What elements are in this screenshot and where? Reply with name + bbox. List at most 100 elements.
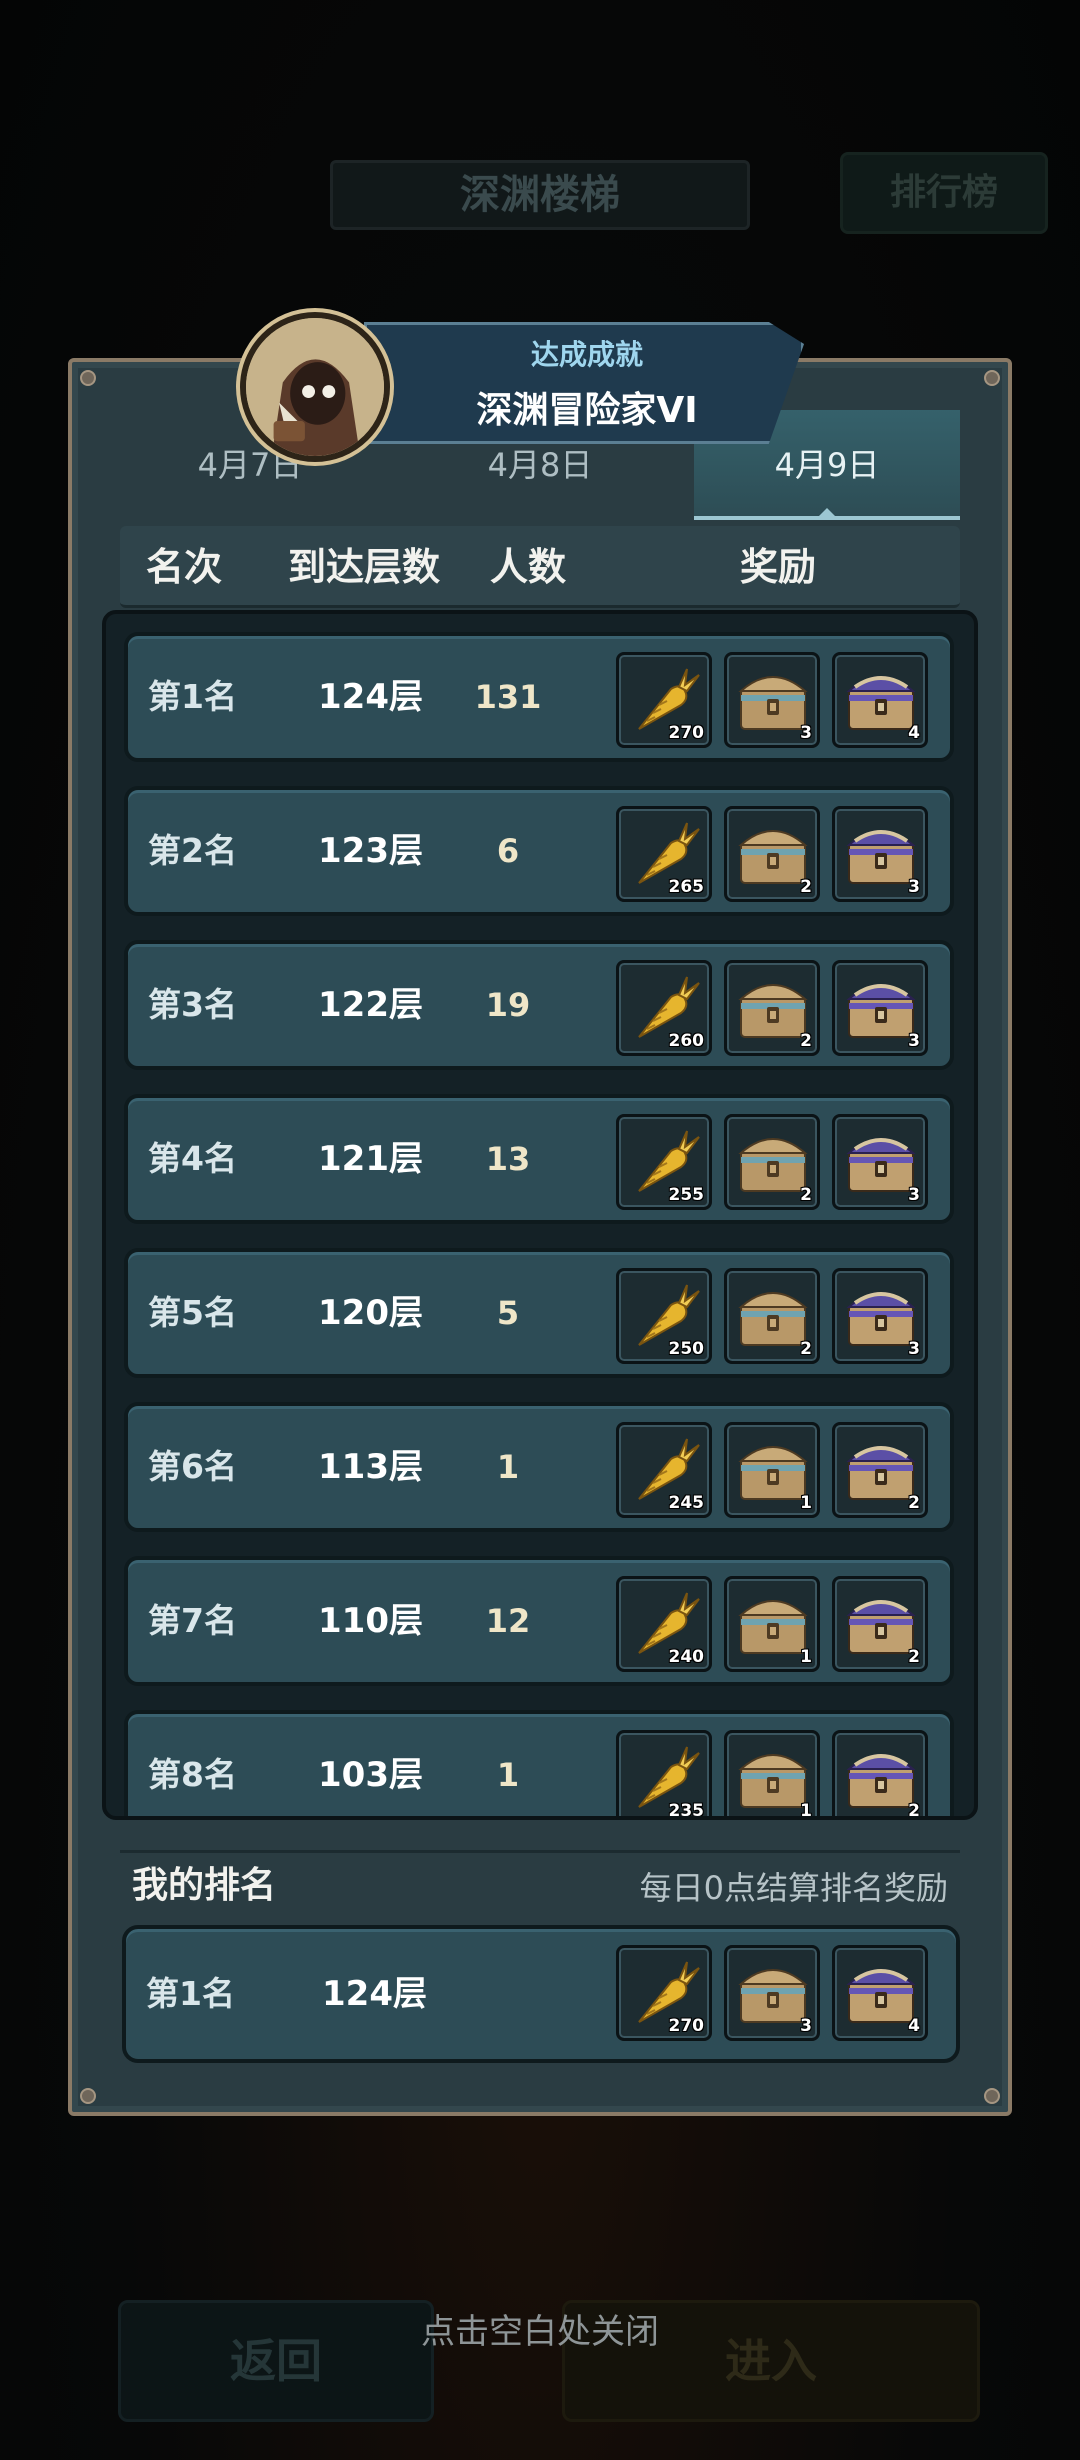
player-count: 5 bbox=[496, 1294, 520, 1332]
reward-slot[interactable]: 2 bbox=[832, 1422, 928, 1518]
ranking-row: 第8名 103层 1 235 1 2 bbox=[124, 1710, 954, 1820]
achievement-title: 达成成就 bbox=[530, 338, 643, 371]
reward-count: 2 bbox=[800, 1031, 812, 1051]
reward-slot[interactable]: 1 bbox=[724, 1730, 820, 1820]
active-tab-indicator bbox=[815, 508, 839, 520]
panel-rivet bbox=[80, 2088, 96, 2104]
reward-slot[interactable]: 240 bbox=[616, 1576, 712, 1672]
reward-count: 2 bbox=[800, 877, 812, 897]
floor-reached: 120层 bbox=[318, 1293, 423, 1333]
reward-count: 3 bbox=[800, 2016, 812, 2036]
floor-reached: 121层 bbox=[318, 1139, 423, 1179]
reward-count: 250 bbox=[668, 1339, 705, 1359]
ranking-row: 第1名 124层 131 270 3 4 bbox=[124, 632, 954, 762]
reward-slot[interactable]: 260 bbox=[616, 960, 712, 1056]
my-rank-row: 第1名 124层 270 3 4 bbox=[122, 1925, 960, 2063]
reward-count: 4 bbox=[908, 723, 920, 743]
player-count: 6 bbox=[496, 832, 520, 870]
panel-rivet bbox=[80, 370, 96, 386]
reward-count: 235 bbox=[668, 1801, 705, 1820]
player-count: 19 bbox=[485, 986, 531, 1024]
achievement-banner: 达成成就 深渊冒险家VI bbox=[364, 322, 804, 444]
ranking-row: 第2名 123层 6 265 2 3 bbox=[124, 786, 954, 916]
reward-count: 240 bbox=[668, 1647, 705, 1667]
reward-slot[interactable]: 1 bbox=[724, 1576, 820, 1672]
reward-slot[interactable]: 2 bbox=[832, 1576, 928, 1672]
reward-slot[interactable]: 2 bbox=[724, 1268, 820, 1364]
reward-slot[interactable]: 2 bbox=[832, 1730, 928, 1820]
reward-slot[interactable]: 3 bbox=[832, 960, 928, 1056]
reward-slot[interactable]: 3 bbox=[724, 652, 820, 748]
reward-slot[interactable]: 270 bbox=[616, 1945, 712, 2041]
ranking-row: 第4名 121层 13 255 2 3 bbox=[124, 1094, 954, 1224]
reward-slot[interactable]: 4 bbox=[832, 652, 928, 748]
reward-slot[interactable]: 250 bbox=[616, 1268, 712, 1364]
player-count: 1 bbox=[496, 1448, 520, 1486]
header-people: 人数 bbox=[490, 545, 567, 589]
header-reward: 奖励 bbox=[740, 545, 817, 589]
achievement-name: 深渊冒险家VI bbox=[476, 390, 698, 431]
ranking-list[interactable]: 第1名 124层 131 270 3 4 第2名 123层 6 265 2 3 第3名 122层 19 260… bbox=[102, 610, 978, 1820]
hooded-character-icon bbox=[246, 318, 384, 456]
ranking-row: 第5名 120层 5 250 2 3 bbox=[124, 1248, 954, 1378]
reward-count: 2 bbox=[908, 1647, 920, 1667]
reward-slot[interactable]: 3 bbox=[832, 1114, 928, 1210]
panel-rivet bbox=[984, 370, 1000, 386]
reward-count: 2 bbox=[908, 1493, 920, 1513]
reward-slot[interactable]: 2 bbox=[724, 960, 820, 1056]
player-count: 13 bbox=[485, 1140, 531, 1178]
reward-count: 2 bbox=[908, 1801, 920, 1820]
player-count: 1 bbox=[496, 1756, 520, 1794]
player-count: 131 bbox=[474, 678, 542, 716]
floor-reached: 122层 bbox=[318, 985, 423, 1025]
header-rank: 名次 bbox=[146, 545, 223, 589]
reward-slot[interactable]: 265 bbox=[616, 806, 712, 902]
reward-slot[interactable]: 270 bbox=[616, 652, 712, 748]
my-rank-position: 第1名 bbox=[146, 1974, 235, 2013]
ranking-row: 第6名 113层 1 245 1 2 bbox=[124, 1402, 954, 1532]
rank-position: 第8名 bbox=[148, 1755, 237, 1794]
reward-slot[interactable]: 3 bbox=[832, 1268, 928, 1364]
avatar bbox=[240, 312, 390, 462]
header-floor: 到达层数 bbox=[288, 545, 441, 589]
reward-slot[interactable]: 2 bbox=[724, 806, 820, 902]
reward-count: 270 bbox=[668, 723, 705, 743]
rank-position: 第1名 bbox=[148, 677, 237, 716]
rank-position: 第4名 bbox=[148, 1139, 237, 1178]
floor-reached: 124层 bbox=[318, 677, 423, 717]
floor-reached: 110层 bbox=[318, 1601, 423, 1641]
reward-count: 4 bbox=[908, 2016, 920, 2036]
reward-count: 245 bbox=[668, 1493, 705, 1513]
ranking-row: 第3名 122层 19 260 2 3 bbox=[124, 940, 954, 1070]
settlement-note: 每日0点结算排名奖励 bbox=[639, 1869, 948, 1907]
floor-reached: 103层 bbox=[318, 1755, 423, 1795]
reward-count: 1 bbox=[800, 1493, 812, 1513]
column-header: 名次 到达层数 人数 奖励 bbox=[120, 526, 960, 608]
section-divider bbox=[120, 1850, 960, 1853]
reward-slot[interactable]: 245 bbox=[616, 1422, 712, 1518]
reward-slot[interactable]: 1 bbox=[724, 1422, 820, 1518]
reward-count: 260 bbox=[668, 1031, 705, 1051]
stage-title: 深渊楼梯 bbox=[330, 160, 750, 230]
reward-count: 270 bbox=[668, 2016, 705, 2036]
reward-count: 255 bbox=[668, 1185, 705, 1205]
my-rank-floor: 124层 bbox=[322, 1974, 427, 2014]
reward-slot[interactable]: 3 bbox=[724, 1945, 820, 2041]
reward-slot[interactable]: 2 bbox=[724, 1114, 820, 1210]
reward-count: 1 bbox=[800, 1647, 812, 1667]
rank-position: 第3名 bbox=[148, 985, 237, 1024]
player-count: 12 bbox=[485, 1602, 531, 1640]
reward-count: 2 bbox=[800, 1339, 812, 1359]
rank-position: 第7名 bbox=[148, 1601, 237, 1640]
floor-reached: 123层 bbox=[318, 831, 423, 871]
reward-slot[interactable]: 3 bbox=[832, 806, 928, 902]
leaderboard-button: 排行榜 bbox=[840, 152, 1048, 234]
reward-count: 3 bbox=[800, 723, 812, 743]
reward-count: 1 bbox=[800, 1801, 812, 1820]
reward-count: 3 bbox=[908, 1339, 920, 1359]
reward-slot[interactable]: 255 bbox=[616, 1114, 712, 1210]
reward-slot[interactable]: 235 bbox=[616, 1730, 712, 1820]
panel-rivet bbox=[984, 2088, 1000, 2104]
reward-slot[interactable]: 4 bbox=[832, 1945, 928, 2041]
close-hint: 点击空白处关闭 bbox=[421, 2312, 659, 2352]
